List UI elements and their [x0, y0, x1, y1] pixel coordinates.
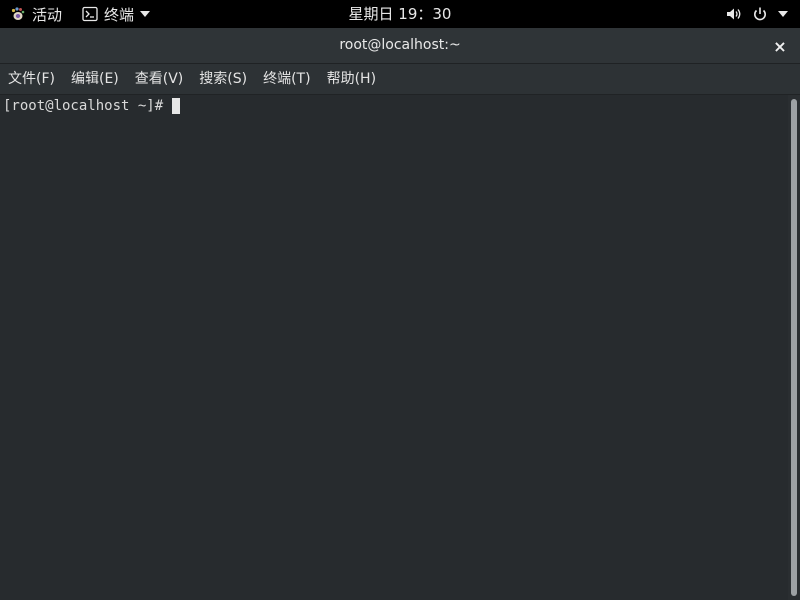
volume-icon [726, 6, 742, 22]
desktop-screen: 活动 终端 星期日 19：30 root@localhost:~ × 文件(F)… [0, 0, 800, 600]
window-title: root@localhost:~ [339, 37, 461, 53]
shell-prompt: [root@localhost ~]# [3, 98, 164, 114]
chevron-down-icon [778, 10, 788, 18]
close-icon: × [773, 36, 787, 56]
chevron-down-icon [140, 10, 151, 18]
power-icon [752, 6, 768, 22]
window-titlebar[interactable]: root@localhost:~ × [0, 28, 800, 64]
menu-help[interactable]: 帮助(H) [319, 64, 384, 94]
menu-file[interactable]: 文件(F) [0, 64, 63, 94]
app-menu-label: 终端 [104, 5, 135, 24]
gnome-foot-icon [10, 6, 26, 22]
terminal-icon [82, 6, 98, 22]
scrollbar-thumb[interactable] [791, 99, 797, 596]
menu-terminal[interactable]: 终端(T) [255, 64, 318, 94]
menu-view[interactable]: 查看(V) [127, 64, 192, 94]
vertical-scrollbar[interactable] [788, 95, 800, 600]
close-button[interactable]: × [768, 34, 792, 58]
text-cursor [172, 98, 181, 114]
clock[interactable]: 星期日 19：30 [349, 5, 452, 23]
activities-button[interactable]: 活动 [10, 0, 62, 28]
activities-label: 活动 [32, 5, 63, 24]
menu-search[interactable]: 搜索(S) [191, 64, 255, 94]
menu-edit[interactable]: 编辑(E) [63, 64, 127, 94]
system-menu-button[interactable] [726, 0, 788, 28]
menu-bar: 文件(F) 编辑(E) 查看(V) 搜索(S) 终端(T) 帮助(H) [0, 64, 800, 95]
prompt-line: [root@localhost ~]# [3, 97, 181, 115]
top-panel: 活动 终端 星期日 19：30 [0, 0, 800, 28]
terminal-window: root@localhost:~ × 文件(F) 编辑(E) 查看(V) 搜索(… [0, 28, 800, 600]
terminal-content[interactable]: [root@localhost ~]# [0, 95, 788, 600]
app-menu-button[interactable]: 终端 [82, 0, 151, 28]
